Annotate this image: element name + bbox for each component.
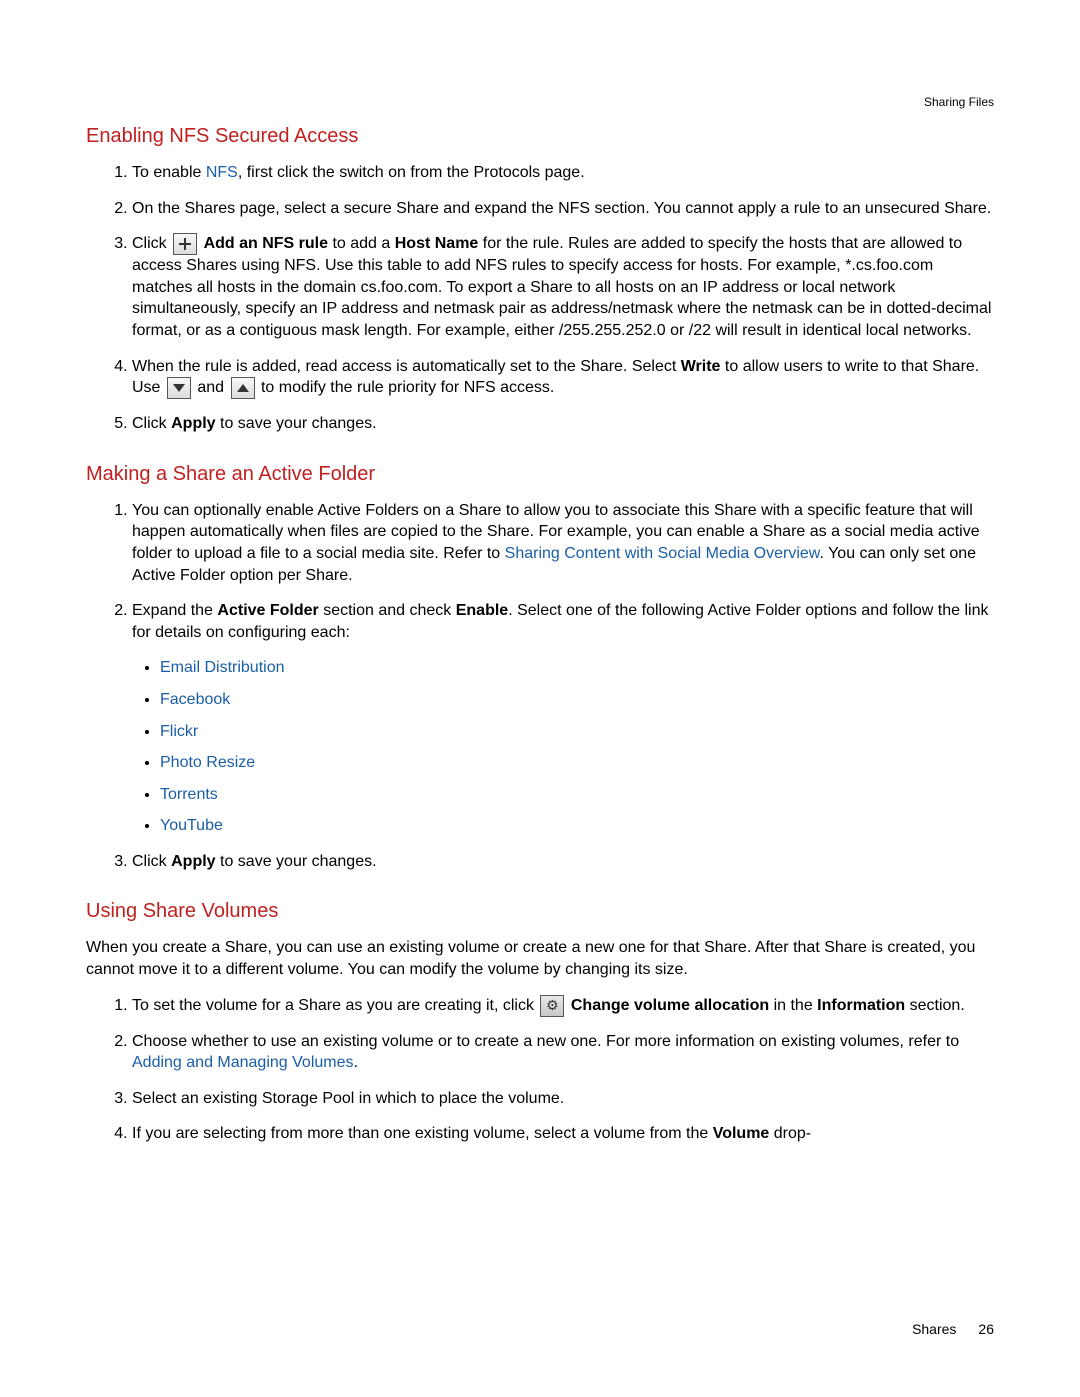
text: drop- bbox=[769, 1125, 811, 1142]
list-item: Expand the Active Folder section and che… bbox=[132, 600, 994, 837]
sublist-active-folder: Email Distribution Facebook Flickr Photo… bbox=[132, 657, 994, 837]
up-arrow-icon bbox=[231, 377, 255, 399]
page-footer: Shares 26 bbox=[912, 1321, 994, 1337]
heading-share-volumes: Using Share Volumes bbox=[86, 900, 994, 923]
page-number: 26 bbox=[978, 1321, 994, 1337]
link-flickr[interactable]: Flickr bbox=[160, 723, 198, 740]
down-arrow-icon bbox=[167, 377, 191, 399]
bold-text: Host Name bbox=[395, 235, 479, 252]
link-adding-volumes[interactable]: Adding and Managing Volumes bbox=[132, 1054, 354, 1071]
list-item: On the Shares page, select a secure Shar… bbox=[132, 198, 994, 220]
bold-text: Add an NFS rule bbox=[204, 235, 328, 252]
gear-icon: ⚙ bbox=[540, 995, 564, 1017]
bold-text: Information bbox=[817, 997, 905, 1014]
text: Click bbox=[132, 235, 171, 252]
text: to save your changes. bbox=[216, 415, 377, 432]
link-photo-resize[interactable]: Photo Resize bbox=[160, 754, 255, 771]
list-item: Flickr bbox=[160, 721, 994, 743]
list-item: Click Apply to save your changes. bbox=[132, 413, 994, 435]
text: to add a bbox=[328, 235, 395, 252]
list-item: Click Add an NFS rule to add a Host Name… bbox=[132, 233, 994, 341]
list-item: YouTube bbox=[160, 815, 994, 837]
list-item: Torrents bbox=[160, 784, 994, 806]
heading-enabling-nfs: Enabling NFS Secured Access bbox=[86, 125, 994, 148]
text: Expand the bbox=[132, 602, 217, 619]
list-section2: You can optionally enable Active Folders… bbox=[86, 500, 994, 873]
bold-text: Enable bbox=[456, 602, 508, 619]
bold-text: Apply bbox=[171, 853, 215, 870]
list-item: Email Distribution bbox=[160, 657, 994, 679]
bold-text: Apply bbox=[171, 415, 215, 432]
text: section. bbox=[905, 997, 965, 1014]
bold-text: Change volume allocation bbox=[571, 997, 769, 1014]
link-sharing-content[interactable]: Sharing Content with Social Media Overvi… bbox=[505, 545, 820, 562]
text: and bbox=[193, 379, 229, 396]
document-page: Sharing Files Enabling NFS Secured Acces… bbox=[0, 0, 1080, 1397]
bold-text: Write bbox=[681, 358, 721, 375]
text: section and check bbox=[319, 602, 456, 619]
text: When the rule is added, read access is a… bbox=[132, 358, 681, 375]
link-nfs[interactable]: NFS bbox=[206, 164, 238, 181]
text: To set the volume for a Share as you are… bbox=[132, 997, 538, 1014]
text: If you are selecting from more than one … bbox=[132, 1125, 713, 1142]
link-youtube[interactable]: YouTube bbox=[160, 817, 223, 834]
link-torrents[interactable]: Torrents bbox=[160, 786, 218, 803]
text: to save your changes. bbox=[216, 853, 377, 870]
text: To enable bbox=[132, 164, 206, 181]
list-section1: To enable NFS, first click the switch on… bbox=[86, 162, 994, 435]
list-item: You can optionally enable Active Folders… bbox=[132, 500, 994, 586]
list-item: Photo Resize bbox=[160, 752, 994, 774]
breadcrumb: Sharing Files bbox=[924, 95, 994, 109]
list-item: Choose whether to use an existing volume… bbox=[132, 1031, 994, 1074]
text: , first click the switch on from the Pro… bbox=[238, 164, 585, 181]
text: . bbox=[354, 1054, 358, 1071]
text: Click bbox=[132, 415, 171, 432]
bold-text: Active Folder bbox=[217, 602, 318, 619]
paragraph: When you create a Share, you can use an … bbox=[86, 937, 994, 980]
list-item: To enable NFS, first click the switch on… bbox=[132, 162, 994, 184]
bold-text: Volume bbox=[713, 1125, 770, 1142]
list-item: To set the volume for a Share as you are… bbox=[132, 995, 994, 1017]
text: Click bbox=[132, 853, 171, 870]
list-item: Facebook bbox=[160, 689, 994, 711]
text: in the bbox=[769, 997, 817, 1014]
list-item: When the rule is added, read access is a… bbox=[132, 356, 994, 400]
list-item: Select an existing Storage Pool in which… bbox=[132, 1088, 994, 1110]
plus-icon bbox=[173, 233, 197, 255]
list-section3: To set the volume for a Share as you are… bbox=[86, 995, 994, 1145]
link-facebook[interactable]: Facebook bbox=[160, 691, 230, 708]
footer-label: Shares bbox=[912, 1321, 956, 1337]
text: Choose whether to use an existing volume… bbox=[132, 1033, 959, 1050]
list-item: Click Apply to save your changes. bbox=[132, 851, 994, 873]
link-email-distribution[interactable]: Email Distribution bbox=[160, 659, 284, 676]
heading-active-folder: Making a Share an Active Folder bbox=[86, 463, 994, 486]
list-item: If you are selecting from more than one … bbox=[132, 1123, 994, 1145]
text: to modify the rule priority for NFS acce… bbox=[257, 379, 555, 396]
